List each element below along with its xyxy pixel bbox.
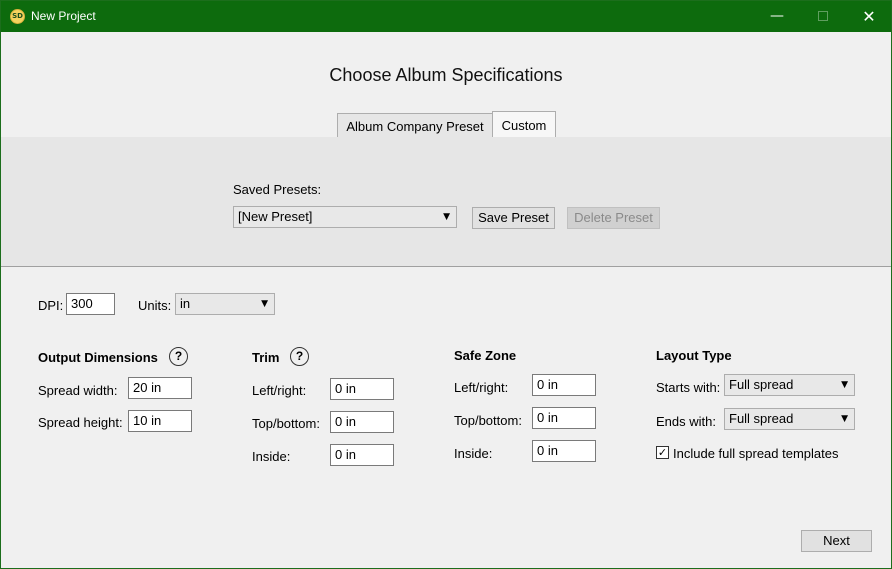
safe-left-right-label: Left/right:: [454, 380, 509, 395]
safe-inside-label: Inside:: [454, 446, 493, 461]
maximize-button[interactable]: [800, 1, 846, 32]
header-area: Choose Album Specifications Album Compan…: [1, 32, 891, 138]
ends-with-label: Ends with:: [656, 414, 716, 429]
tab-album-company-preset[interactable]: Album Company Preset: [337, 113, 493, 138]
ends-with-dropdown[interactable]: Full spread ▼: [724, 408, 855, 430]
trim-inside-label: Inside:: [252, 449, 291, 464]
layout-type-heading: Layout Type: [656, 348, 732, 363]
chevron-down-icon: ▼: [261, 299, 268, 309]
spread-width-input[interactable]: 20 in: [128, 377, 192, 399]
starts-with-dropdown[interactable]: Full spread ▼: [724, 374, 855, 396]
dpi-label: DPI:: [38, 298, 64, 313]
spread-height-label: Spread height:: [38, 415, 123, 430]
new-project-window: SD New Project — ✕ Choose Album Specific…: [0, 0, 892, 569]
maximize-icon: [818, 11, 828, 21]
saved-presets-value: [New Preset]: [238, 209, 313, 224]
chevron-down-icon: ▼: [841, 380, 848, 390]
delete-preset-button[interactable]: Delete Preset: [567, 207, 660, 229]
chevron-down-icon: ▼: [841, 414, 848, 424]
saved-presets-label: Saved Presets:: [233, 182, 322, 197]
safe-inside-input[interactable]: 0 in: [532, 440, 596, 462]
trim-top-bottom-label: Top/bottom:: [252, 416, 320, 431]
ends-with-value: Full spread: [729, 411, 794, 426]
title-bar[interactable]: SD New Project — ✕: [1, 1, 891, 32]
next-button[interactable]: Next: [801, 530, 872, 552]
starts-with-label: Starts with:: [656, 380, 721, 395]
dpi-input[interactable]: 300: [66, 293, 115, 315]
save-preset-button[interactable]: Save Preset: [472, 207, 555, 229]
page-title: Choose Album Specifications: [329, 65, 563, 85]
saved-presets-dropdown[interactable]: [New Preset] ▼: [233, 206, 457, 228]
trim-inside-input[interactable]: 0 in: [330, 444, 394, 466]
trim-left-right-label: Left/right:: [252, 383, 307, 398]
trim-top-bottom-input[interactable]: 0 in: [330, 411, 394, 433]
safe-top-bottom-label: Top/bottom:: [454, 413, 522, 428]
spread-width-label: Spread width:: [38, 383, 118, 398]
trim-left-right-input[interactable]: 0 in: [330, 378, 394, 400]
window-title: New Project: [31, 9, 96, 23]
tab-custom[interactable]: Custom: [492, 111, 556, 138]
minimize-button[interactable]: —: [754, 1, 800, 32]
output-dimensions-heading: Output Dimensions: [38, 350, 158, 365]
units-value: in: [180, 296, 191, 311]
trim-help-icon[interactable]: ?: [290, 347, 309, 366]
units-label: Units:: [138, 298, 172, 313]
app-logo-icon: SD: [10, 9, 25, 24]
chevron-down-icon: ▼: [443, 212, 450, 222]
output-help-icon[interactable]: ?: [169, 347, 188, 366]
include-full-spread-label: Include full spread templates: [673, 446, 839, 461]
safe-top-bottom-input[interactable]: 0 in: [532, 407, 596, 429]
trim-heading: Trim: [252, 350, 280, 365]
settings-area: DPI: 300 Units: in ▼ Output Dimensions ?…: [1, 268, 891, 568]
include-full-spread-checkbox[interactable]: ✓: [656, 446, 669, 459]
units-dropdown[interactable]: in ▼: [175, 293, 275, 315]
starts-with-value: Full spread: [729, 377, 794, 392]
spread-height-input[interactable]: 10 in: [128, 410, 192, 432]
safe-zone-heading: Safe Zone: [454, 348, 517, 363]
safe-left-right-input[interactable]: 0 in: [532, 374, 596, 396]
preset-panel: Saved Presets: [New Preset] ▼ Save Prese…: [1, 137, 891, 267]
close-button[interactable]: ✕: [846, 1, 892, 32]
